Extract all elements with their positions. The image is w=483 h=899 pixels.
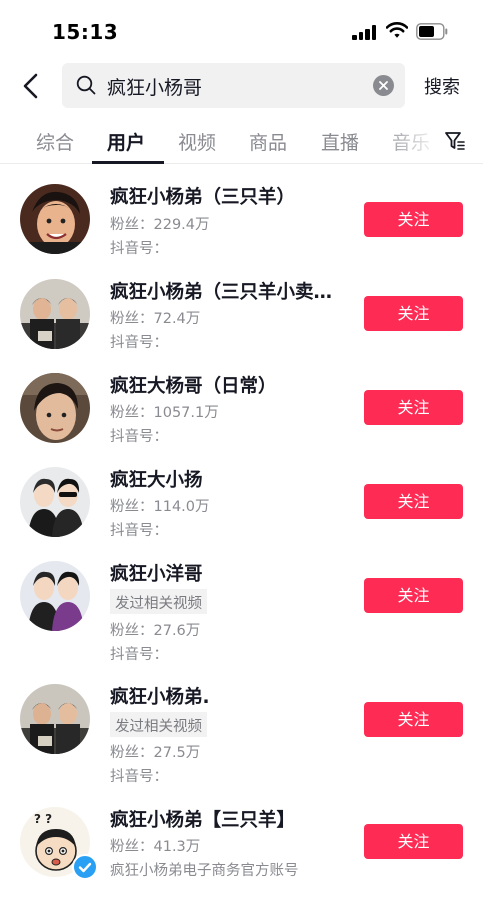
douyin-id: 抖音号： — [110, 429, 168, 445]
user-name[interactable]: 疯狂小杨弟【三只羊】 — [110, 806, 295, 832]
follow-button[interactable]: 关注 — [364, 390, 463, 425]
follow-button[interactable]: 关注 — [364, 296, 463, 331]
tab-users[interactable]: 用户 — [107, 128, 145, 155]
tabs-fade-overlay — [378, 120, 440, 160]
user-name[interactable]: 疯狂小杨弟（三只羊） — [110, 183, 295, 209]
fans-count: 粉丝：114.0万 — [110, 499, 210, 515]
user-name[interactable]: 疯狂大小扬 — [110, 466, 203, 492]
related-video-tag: 发过相关视频 — [110, 712, 207, 737]
douyin-id: 抖音号： — [110, 335, 168, 351]
fans-count: 粉丝：1057.1万 — [110, 405, 219, 421]
avatar[interactable] — [20, 561, 90, 631]
tab-comprehensive[interactable]: 综合 — [36, 128, 74, 155]
cellular-signal-icon — [352, 24, 378, 40]
user-name[interactable]: 疯狂小杨弟. — [110, 683, 210, 709]
follow-button[interactable]: 关注 — [364, 702, 463, 737]
battery-icon — [416, 23, 448, 40]
fans-count: 粉丝：229.4万 — [110, 217, 210, 233]
status-time: 15:13 — [52, 20, 119, 44]
douyin-id: 抖音号： — [110, 647, 168, 663]
search-input[interactable]: 疯狂小杨哥 — [62, 63, 405, 108]
clear-icon[interactable] — [373, 75, 394, 96]
douyin-id: 抖音号： — [110, 769, 168, 785]
tab-products[interactable]: 商品 — [249, 128, 287, 155]
follow-button[interactable]: 关注 — [364, 202, 463, 237]
search-query-text[interactable]: 疯狂小杨哥 — [107, 73, 202, 100]
avatar[interactable] — [20, 467, 90, 537]
follow-button[interactable]: 关注 — [364, 578, 463, 613]
douyin-id: 抖音号： — [110, 241, 168, 257]
follow-button[interactable]: 关注 — [364, 484, 463, 519]
user-name[interactable]: 疯狂小杨弟（三只羊小卖… — [110, 278, 332, 304]
tab-live[interactable]: 直播 — [321, 128, 359, 155]
avatar[interactable] — [20, 279, 90, 349]
avatar[interactable] — [20, 184, 90, 254]
follow-button[interactable]: 关注 — [364, 824, 463, 859]
svg-text:? ?: ? ? — [34, 812, 52, 826]
avatar[interactable] — [20, 373, 90, 443]
search-button[interactable]: 搜索 — [424, 73, 460, 99]
status-bar: 15:13 — [0, 0, 483, 60]
filter-icon[interactable] — [444, 130, 466, 152]
tab-videos[interactable]: 视频 — [178, 128, 216, 155]
verified-badge-icon — [72, 854, 98, 880]
fans-count: 粉丝：27.5万 — [110, 745, 201, 761]
account-description: 疯狂小杨弟电子商务官方账号 — [110, 863, 299, 879]
user-name[interactable]: 疯狂大杨哥（日常） — [110, 372, 277, 398]
related-video-tag: 发过相关视频 — [110, 589, 207, 614]
fans-count: 粉丝：72.4万 — [110, 311, 201, 327]
fans-count: 粉丝：27.6万 — [110, 623, 201, 639]
fans-count: 粉丝：41.3万 — [110, 839, 201, 855]
wifi-icon — [386, 22, 408, 38]
search-icon — [76, 75, 96, 95]
douyin-id: 抖音号： — [110, 523, 168, 539]
user-name[interactable]: 疯狂小洋哥 — [110, 560, 203, 586]
avatar[interactable] — [20, 684, 90, 754]
back-arrow-icon[interactable] — [18, 72, 44, 100]
active-tab-indicator — [92, 161, 164, 164]
result-tabs: 综合 用户 视频 商品 直播 音乐 — [0, 120, 483, 164]
